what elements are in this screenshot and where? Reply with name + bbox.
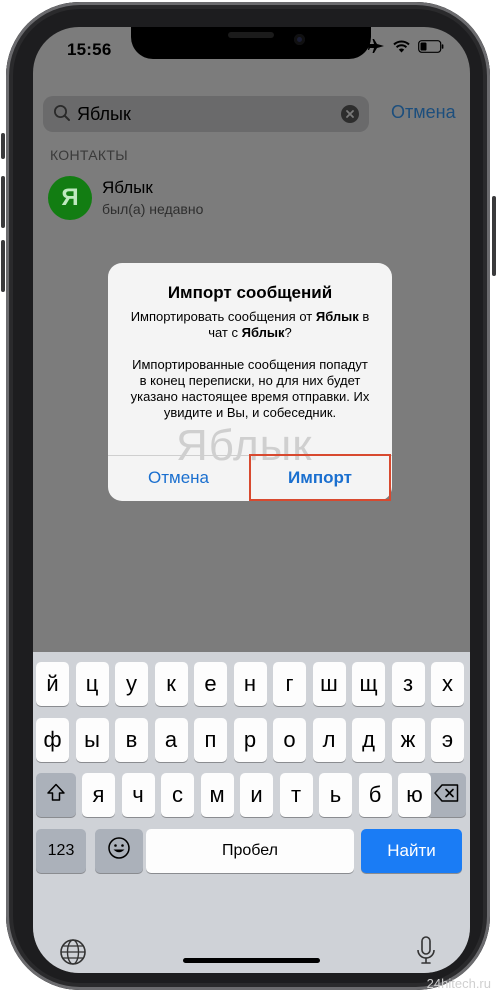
key-letter[interactable]: й (36, 662, 69, 706)
space-key[interactable]: Пробел (146, 829, 354, 873)
key-letter[interactable]: п (194, 718, 227, 762)
search-go-key[interactable]: Найти (361, 829, 462, 873)
key-letter[interactable]: а (154, 718, 188, 762)
clear-search-icon[interactable] (341, 105, 359, 123)
key-letter[interactable]: ш (312, 662, 346, 706)
search-cancel-button[interactable]: Отмена (391, 102, 456, 123)
wifi-icon (393, 40, 410, 58)
key-letter[interactable]: у (115, 662, 148, 706)
key-letter[interactable]: х (431, 662, 464, 706)
keyboard-row: ячсмитьбю (33, 773, 470, 817)
key-letter[interactable]: щ (352, 662, 385, 706)
side-button (492, 196, 496, 276)
key-letter[interactable]: з (391, 662, 425, 706)
search-input[interactable]: Яблык (43, 96, 369, 132)
key-letter[interactable]: д (352, 718, 385, 762)
contact-name: Яблык (102, 178, 153, 197)
alert-message: Импортировать сообщения от Яблык в чат с… (130, 309, 370, 421)
key-letter[interactable]: ц (75, 662, 109, 706)
shift-key[interactable] (36, 773, 76, 817)
key-letter[interactable]: е (194, 662, 227, 706)
notch (131, 27, 371, 59)
alert-question-prefix: Импортировать сообщения от (130, 309, 316, 324)
key-letter[interactable]: г (273, 662, 306, 706)
shift-icon (46, 782, 66, 808)
keyboard: йцукенгшщзх фывапролджэ ячсмитьбю 123 Пр… (33, 652, 470, 973)
highlight-frame (249, 454, 391, 501)
status-icons (367, 39, 444, 58)
emoji-key[interactable] (95, 829, 143, 873)
key-letter[interactable]: ч (121, 773, 155, 817)
key-letter[interactable]: э (431, 718, 464, 762)
alert-body: Импортированные сообщения попадут в коне… (130, 357, 370, 420)
key-letter[interactable]: о (273, 718, 306, 762)
emoji-icon (107, 836, 131, 866)
key-letter[interactable]: м (200, 773, 234, 817)
contact-status: был(а) недавно (102, 201, 204, 217)
key-letter[interactable]: л (312, 718, 346, 762)
site-watermark: 24hitech.ru (426, 976, 491, 991)
list-item[interactable]: Я Яблык был(а) недавно (33, 173, 470, 223)
alert-cancel-button[interactable]: Отмена (108, 456, 249, 501)
search-bar: Яблык Отмена (33, 85, 470, 137)
alert-from-name: Яблык (315, 309, 359, 324)
key-letter[interactable]: в (115, 718, 148, 762)
avatar: Я (48, 176, 92, 220)
key-letter[interactable]: ы (75, 718, 109, 762)
key-letter[interactable]: ф (36, 718, 69, 762)
home-indicator (183, 958, 320, 963)
key-letter[interactable]: ь (319, 773, 352, 817)
backspace-icon (433, 782, 459, 808)
keyboard-row: 123 Пробел Найти (33, 829, 470, 873)
key-letter[interactable]: к (154, 662, 188, 706)
delete-key[interactable] (426, 773, 466, 817)
status-time: 15:56 (67, 40, 112, 59)
microphone-icon[interactable] (416, 936, 436, 971)
alert-title: Импорт сообщений (167, 283, 333, 302)
key-letter[interactable]: б (358, 773, 392, 817)
alert-to-name: Яблык (241, 325, 285, 340)
section-header-contacts: КОНТАКТЫ (50, 147, 128, 163)
alert-question: Импортировать сообщения от Яблык в чат с… (130, 309, 370, 341)
key-letter[interactable]: р (233, 718, 267, 762)
key-letter[interactable]: н (233, 662, 267, 706)
search-query: Яблык (77, 104, 131, 124)
key-letter[interactable]: ж (391, 718, 425, 762)
key-letter[interactable]: и (240, 773, 273, 817)
numbers-key[interactable]: 123 (36, 829, 86, 873)
alert-question-suffix: ? (284, 325, 292, 340)
battery-icon (418, 39, 444, 58)
screen: 15:56 Яблык Отмена КОНТАКТЫ Я Яблык был(… (33, 27, 470, 973)
key-letter[interactable]: ю (398, 773, 431, 817)
search-icon (53, 104, 71, 127)
mute-switch (1, 133, 5, 159)
front-camera (294, 34, 305, 45)
key-letter[interactable]: я (82, 773, 115, 817)
volume-down-button (1, 240, 5, 292)
keyboard-row: фывапролджэ (33, 718, 470, 762)
keyboard-row: йцукенгшщзх (33, 662, 470, 706)
globe-icon[interactable] (59, 938, 87, 971)
key-letter[interactable]: с (161, 773, 194, 817)
earpiece (228, 32, 274, 38)
volume-up-button (1, 176, 5, 228)
key-letter[interactable]: т (279, 773, 313, 817)
